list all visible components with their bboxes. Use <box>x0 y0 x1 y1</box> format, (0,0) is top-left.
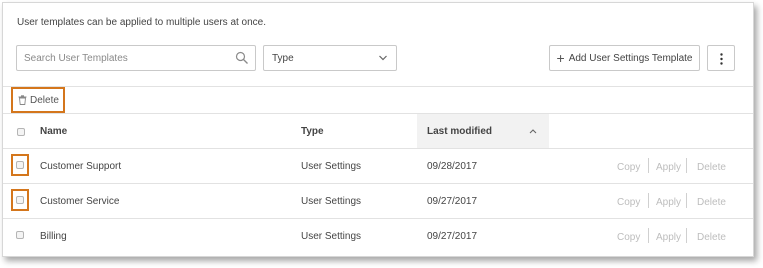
row-checkbox[interactable] <box>16 196 24 204</box>
add-user-settings-template-button[interactable]: + Add User Settings Template <box>549 45 700 71</box>
template-last-modified: 09/27/2017 <box>427 231 478 242</box>
plus-icon: + <box>556 50 565 66</box>
delete-action[interactable]: Delete <box>697 162 726 173</box>
user-templates-panel: User templates can be applied to multipl… <box>2 2 754 257</box>
copy-action[interactable]: Copy <box>617 162 640 173</box>
copy-action[interactable]: Copy <box>617 197 640 208</box>
search-icon[interactable] <box>235 51 249 65</box>
delete-action[interactable]: Delete <box>697 232 726 243</box>
chevron-down-icon <box>379 55 387 61</box>
trash-icon <box>18 95 27 105</box>
delete-button[interactable]: Delete <box>11 87 65 113</box>
action-separator <box>686 193 687 208</box>
row-checkbox[interactable] <box>16 161 24 169</box>
add-button-label: Add User Settings Template <box>568 52 693 64</box>
template-name: Billing <box>40 231 67 242</box>
table-row[interactable]: Billing User Settings 09/27/2017 Copy Ap… <box>3 219 753 254</box>
chevron-up-icon[interactable] <box>529 128 537 134</box>
intro-text: User templates can be applied to multipl… <box>17 17 267 28</box>
action-separator <box>686 158 687 173</box>
table-row[interactable]: Customer Service User Settings 09/27/201… <box>3 184 753 219</box>
action-separator <box>648 228 649 243</box>
type-filter-dropdown[interactable]: Type <box>263 45 397 71</box>
template-name: Customer Support <box>40 161 122 172</box>
delete-button-label: Delete <box>30 94 59 106</box>
action-separator <box>686 228 687 243</box>
apply-action[interactable]: Apply <box>656 162 681 173</box>
table-row[interactable]: Customer Support User Settings 09/28/201… <box>3 149 753 184</box>
table-header: Name Type Last modified <box>3 113 753 149</box>
template-last-modified: 09/27/2017 <box>427 196 478 207</box>
action-separator <box>648 193 649 208</box>
more-options-button[interactable] <box>707 45 735 71</box>
apply-action[interactable]: Apply <box>656 232 681 243</box>
toolbar-divider <box>3 86 753 87</box>
action-separator <box>648 158 649 173</box>
column-header-type[interactable]: Type <box>301 126 324 137</box>
apply-action[interactable]: Apply <box>656 197 681 208</box>
column-header-last-modified[interactable]: Last modified <box>427 126 492 137</box>
select-all-checkbox[interactable] <box>17 128 25 136</box>
template-name: Customer Service <box>40 196 120 207</box>
delete-action[interactable]: Delete <box>697 197 726 208</box>
search-input[interactable] <box>17 46 234 70</box>
template-type: User Settings <box>301 161 362 172</box>
column-header-name[interactable]: Name <box>40 126 67 137</box>
more-vertical-icon <box>720 53 723 65</box>
type-filter-value: Type <box>272 53 294 64</box>
template-type: User Settings <box>301 231 362 242</box>
template-last-modified: 09/28/2017 <box>427 161 478 172</box>
search-box[interactable] <box>16 45 256 71</box>
template-type: User Settings <box>301 196 362 207</box>
row-checkbox[interactable] <box>16 231 24 239</box>
copy-action[interactable]: Copy <box>617 232 640 243</box>
